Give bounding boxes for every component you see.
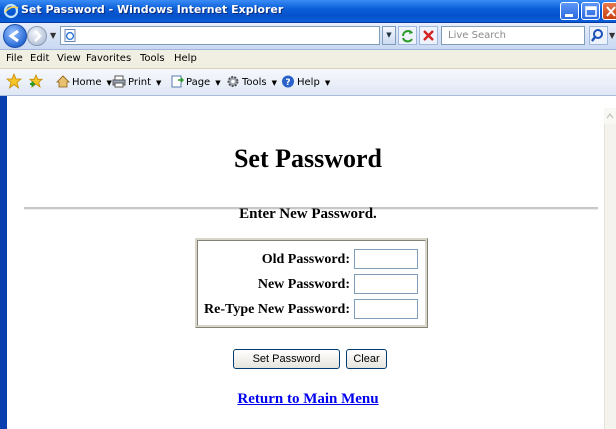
refresh-icon bbox=[402, 30, 413, 43]
tools-gear-icon bbox=[227, 76, 239, 87]
page-title: Set Password bbox=[233, 144, 383, 173]
search-input[interactable]: Live Search bbox=[441, 26, 585, 45]
return-to-main-menu-link[interactable]: Return to Main Menu bbox=[0, 391, 616, 408]
refresh-button[interactable] bbox=[398, 26, 417, 45]
maximize-button[interactable] bbox=[581, 2, 600, 20]
favorites-star-icon[interactable] bbox=[6, 73, 22, 89]
new-password-label: New Password: bbox=[257, 277, 350, 292]
address-toolbar: ▼ ▼ Live Search ▼ bbox=[0, 23, 616, 50]
search-button[interactable] bbox=[589, 26, 608, 45]
set-password-button[interactable]: Set Password bbox=[233, 349, 340, 369]
help-label: Help bbox=[297, 77, 320, 88]
chevron-up-icon bbox=[606, 113, 614, 119]
menu-bar: File Edit View Favorites Tools Help bbox=[0, 50, 616, 69]
help-command[interactable]: ? Help ▼ bbox=[281, 75, 330, 88]
menu-tools[interactable]: Tools bbox=[140, 53, 165, 64]
close-icon bbox=[606, 6, 616, 17]
back-icon bbox=[8, 29, 19, 43]
stop-icon bbox=[423, 30, 434, 41]
menu-view[interactable]: View bbox=[57, 53, 81, 64]
close-button[interactable] bbox=[602, 2, 616, 20]
new-password-field[interactable] bbox=[354, 274, 418, 294]
back-button[interactable] bbox=[3, 24, 27, 48]
address-bar[interactable] bbox=[60, 26, 380, 45]
tools-label: Tools bbox=[242, 77, 267, 88]
page-icon bbox=[64, 29, 76, 42]
menu-file[interactable]: File bbox=[6, 53, 23, 64]
print-label: Print bbox=[128, 77, 152, 88]
add-favorites-icon[interactable] bbox=[28, 73, 44, 89]
old-password-row: Old Password: bbox=[198, 249, 425, 271]
retype-password-field[interactable] bbox=[354, 299, 418, 319]
home-icon bbox=[56, 75, 70, 88]
menu-edit[interactable]: Edit bbox=[30, 53, 49, 64]
page-label: Page bbox=[186, 77, 211, 88]
window-titlebar: Set Password - Windows Internet Explorer bbox=[0, 0, 616, 23]
address-dropdown[interactable]: ▼ bbox=[382, 26, 396, 45]
minimize-button[interactable] bbox=[560, 2, 579, 20]
page-menu-icon bbox=[171, 75, 184, 88]
print-icon bbox=[112, 75, 126, 88]
command-bar: Home ▼ Print ▼ Page ▼ Tools ▼ ? Help ▼ bbox=[0, 69, 616, 96]
tools-command[interactable]: Tools ▼ bbox=[226, 75, 277, 88]
retype-password-row: Re-Type New Password: bbox=[198, 299, 425, 321]
menu-help[interactable]: Help bbox=[174, 53, 197, 64]
minimize-icon bbox=[565, 14, 573, 17]
scroll-up-button[interactable] bbox=[604, 108, 616, 124]
help-icon: ? bbox=[282, 75, 294, 88]
stop-button[interactable] bbox=[419, 26, 438, 45]
password-form-table: Old Password: New Password: Re-Type New … bbox=[195, 238, 428, 328]
retype-password-label: Re-Type New Password: bbox=[204, 302, 350, 317]
menu-favorites[interactable]: Favorites bbox=[86, 53, 131, 64]
instruction-text: Enter New Password. bbox=[239, 206, 377, 222]
forward-icon bbox=[34, 30, 42, 42]
recent-pages-dropdown[interactable]: ▼ bbox=[50, 31, 56, 40]
old-password-label: Old Password: bbox=[261, 252, 350, 267]
page-command[interactable]: Page ▼ bbox=[170, 75, 221, 88]
forward-button[interactable] bbox=[27, 26, 47, 46]
clear-button[interactable]: Clear bbox=[346, 349, 387, 369]
print-command[interactable]: Print ▼ bbox=[112, 75, 161, 88]
new-password-row: New Password: bbox=[198, 274, 425, 296]
home-label: Home bbox=[72, 77, 102, 88]
search-options-dropdown[interactable]: ▼ bbox=[609, 31, 615, 40]
search-icon bbox=[591, 29, 603, 42]
maximize-icon bbox=[585, 6, 597, 17]
old-password-field[interactable] bbox=[354, 249, 418, 269]
home-command[interactable]: Home ▼ bbox=[56, 75, 112, 88]
ie-icon bbox=[3, 3, 19, 19]
window-title: Set Password - Windows Internet Explorer bbox=[21, 3, 284, 16]
svg-text:?: ? bbox=[285, 78, 290, 88]
